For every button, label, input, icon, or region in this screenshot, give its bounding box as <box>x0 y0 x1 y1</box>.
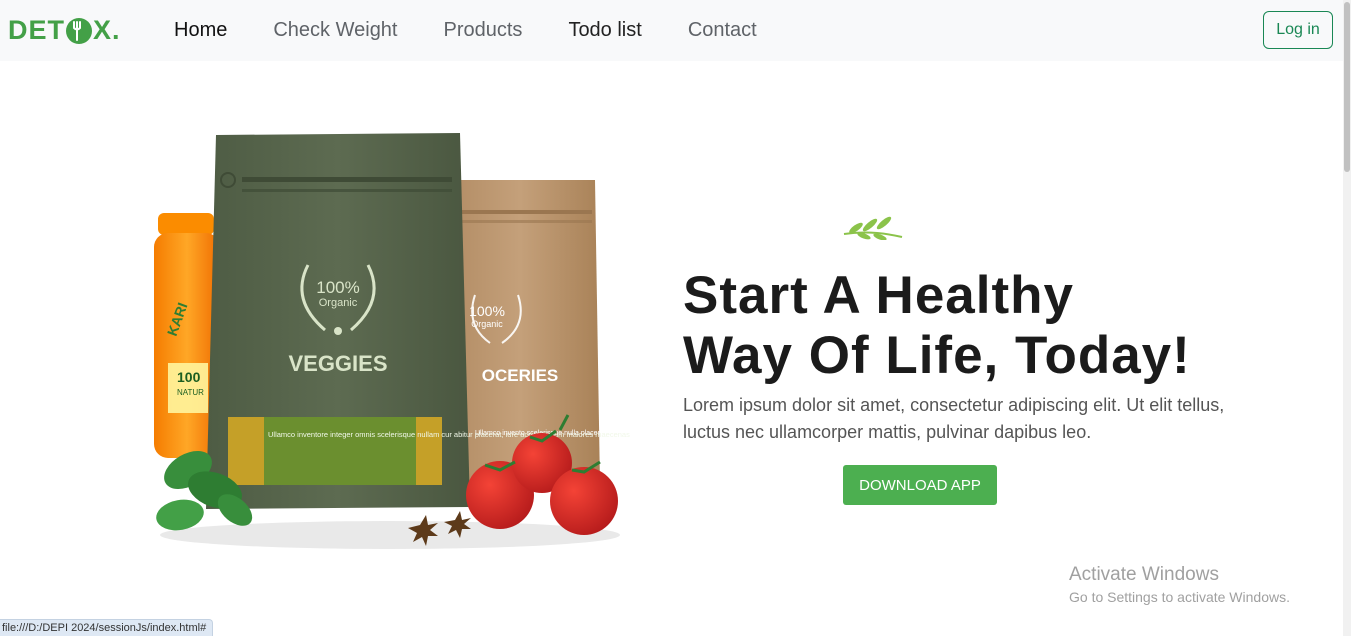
status-bar-url: file:///D:/DEPI 2024/sessionJs/index.htm… <box>0 619 214 636</box>
page-scrollbar[interactable] <box>1343 0 1351 636</box>
veggies-badge-label: Organic <box>319 297 358 309</box>
groceries-bag-label: OCERIES <box>482 366 559 385</box>
brand-logo[interactable]: DET X. <box>8 15 121 46</box>
hero-description: Lorem ipsum dolor sit amet, consectetur … <box>683 395 1225 442</box>
brand-text-right: X. <box>93 15 121 45</box>
download-app-button[interactable]: DOWNLOAD APP <box>843 465 997 505</box>
hero-title-line-2: Way Of Life, Today! <box>683 326 1191 385</box>
jar-natural-text: NATUR <box>177 388 204 397</box>
watermark-title: Activate Windows <box>1069 564 1219 585</box>
windows-activation-watermark: Activate Windows Go to Settings to activ… <box>1069 564 1290 605</box>
veggies-badge-percent: 100% <box>316 278 359 297</box>
jar-percent-text: 100 <box>177 369 201 385</box>
login-button[interactable]: Log in <box>1263 11 1333 49</box>
groceries-badge-label: Organic <box>471 319 503 329</box>
leaf-icon <box>843 216 903 240</box>
brand-text-left: DET <box>8 15 65 45</box>
hero-title: Start A Healthy Way Of Life, Today! <box>683 266 1283 386</box>
hero-title-line-1: Start A Healthy <box>683 266 1074 325</box>
hero-product-image: KARI 100 NATUR 100% Organic OCERIES Ulla… <box>154 133 630 549</box>
nav-link-home[interactable]: Home <box>174 19 227 42</box>
navbar: DET X. Home Check Weight Products Todo l… <box>0 0 1343 61</box>
scrollbar-thumb[interactable] <box>1344 2 1350 172</box>
fork-icon <box>66 17 92 44</box>
veggies-bag-blurb: Ullamco inventore integer omnis sceleris… <box>268 430 630 439</box>
groceries-badge-percent: 100% <box>469 303 505 319</box>
watermark-subtitle: Go to Settings to activate Windows. <box>1069 589 1290 605</box>
nav-link-products[interactable]: Products <box>444 19 523 42</box>
nav-link-contact[interactable]: Contact <box>688 19 757 42</box>
nav-link-check-weight[interactable]: Check Weight <box>273 19 397 42</box>
nav-menu: Home Check Weight Products Todo list Con… <box>174 19 803 42</box>
veggies-bag-label: VEGGIES <box>288 351 387 376</box>
nav-link-todo-list[interactable]: Todo list <box>568 19 641 42</box>
